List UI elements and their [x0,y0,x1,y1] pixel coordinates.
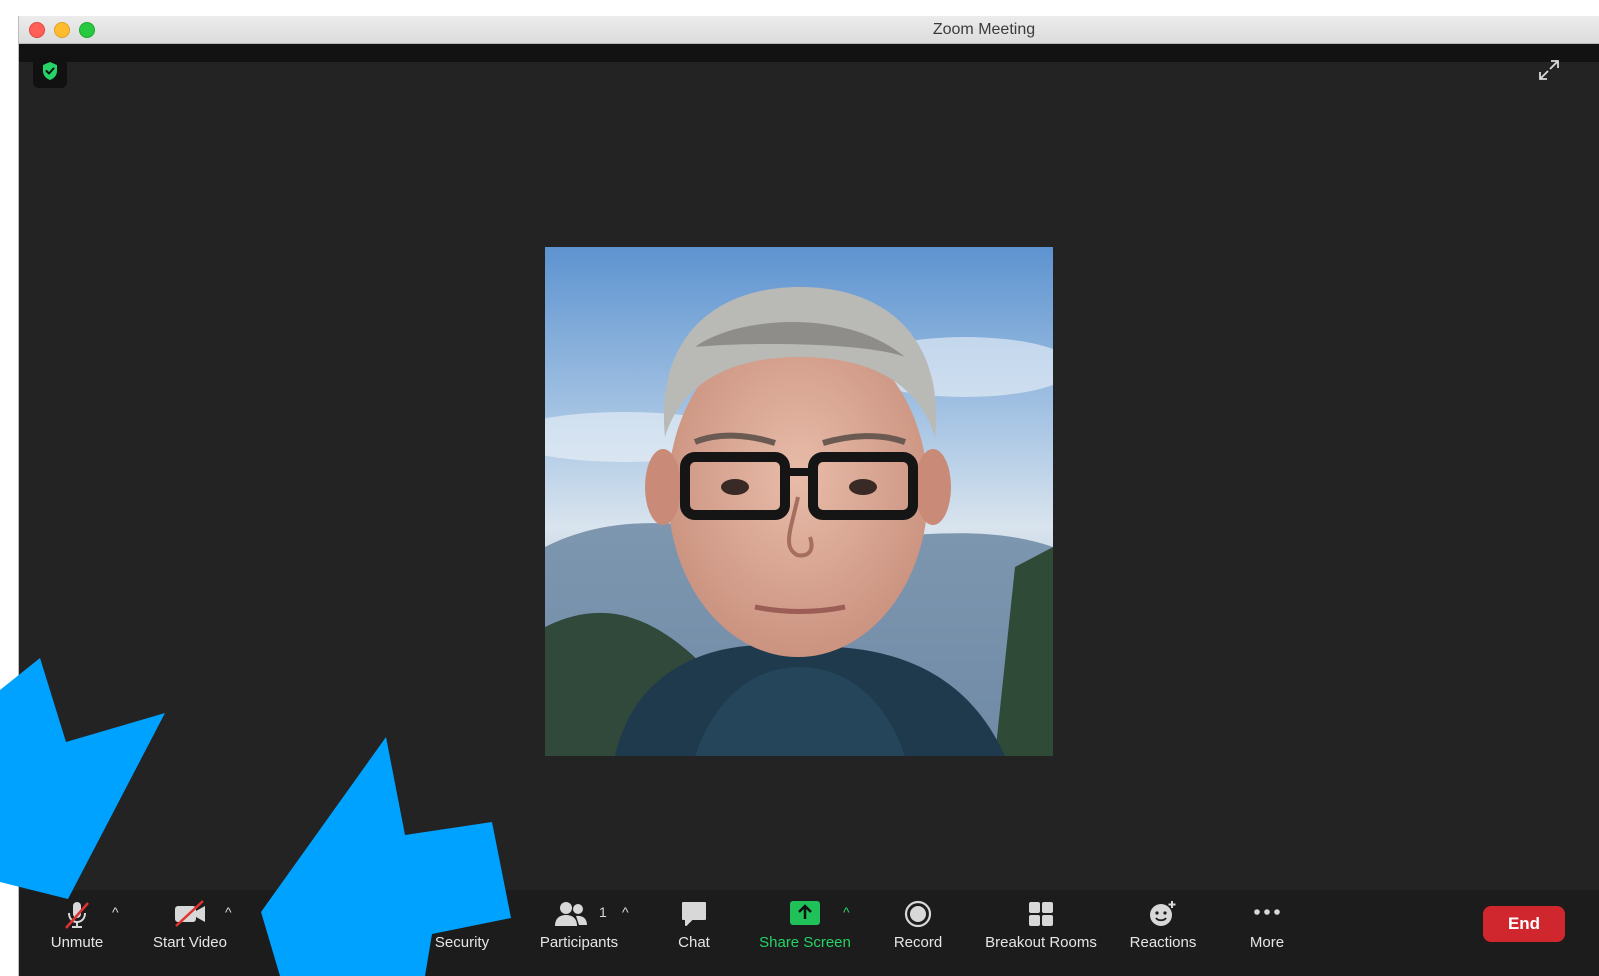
chat-button[interactable]: Chat [669,890,719,976]
share-screen-button[interactable]: Share Screen [753,890,857,976]
chat-label: Chat [678,934,710,951]
more-button[interactable]: More [1241,890,1293,976]
verified-shield-icon [43,62,57,80]
participants-label: Participants [539,934,619,951]
start-video-label: Start Video [153,934,227,951]
more-dots-icon [1254,909,1280,915]
start-video-button[interactable]: Start Video [147,890,233,976]
security-button[interactable]: Security [427,890,497,976]
breakout-rooms-label: Breakout Rooms [985,934,1097,951]
participant-video-image [545,247,1053,756]
video-camera-off-icon [175,900,205,927]
record-icon [904,900,932,928]
window-title: Zoom Meeting [932,21,1036,38]
cropped-heading-text [80,0,1280,10]
encryption-shield-button[interactable] [33,54,67,88]
share-screen-label: Share Screen [759,934,851,951]
breakout-rooms-button[interactable]: Breakout Rooms [979,890,1103,976]
security-label: Security [434,934,490,951]
participant-count: 1 [599,904,607,920]
reactions-button[interactable]: Reactions [1125,890,1201,976]
title-bar: Zoom Meeting [19,16,1599,44]
expand-icon [1539,60,1559,80]
unmute-button[interactable]: Unmute [39,890,115,976]
record-button[interactable]: Record [885,890,951,976]
end-meeting-button[interactable]: End [1483,906,1565,942]
zoom-window: Zoom Meeting Unmute ^ Start Video ^ Secu… [18,16,1599,976]
top-strip [19,44,1599,62]
microphone-muted-icon [65,902,89,929]
audio-options-caret[interactable]: ^ [112,904,119,920]
participant-video-tile[interactable] [545,247,1053,756]
record-label: Record [893,934,943,951]
meeting-toolbar: Unmute ^ Start Video ^ Security 1 Partic… [19,890,1599,976]
grid-icon [1029,902,1053,926]
participants-button[interactable]: 1 Participants [533,890,625,976]
more-label: More [1249,934,1285,951]
share-options-caret[interactable]: ^ [843,904,850,920]
participants-options-caret[interactable]: ^ [622,904,629,920]
reactions-label: Reactions [1129,934,1197,951]
smiley-add-icon [1150,901,1176,926]
video-options-caret[interactable]: ^ [225,904,232,920]
participants-icon [555,902,587,926]
unmute-label: Unmute [50,934,104,951]
chat-bubble-icon [682,902,706,926]
fullscreen-button[interactable] [1537,58,1561,82]
share-screen-icon [790,901,820,925]
